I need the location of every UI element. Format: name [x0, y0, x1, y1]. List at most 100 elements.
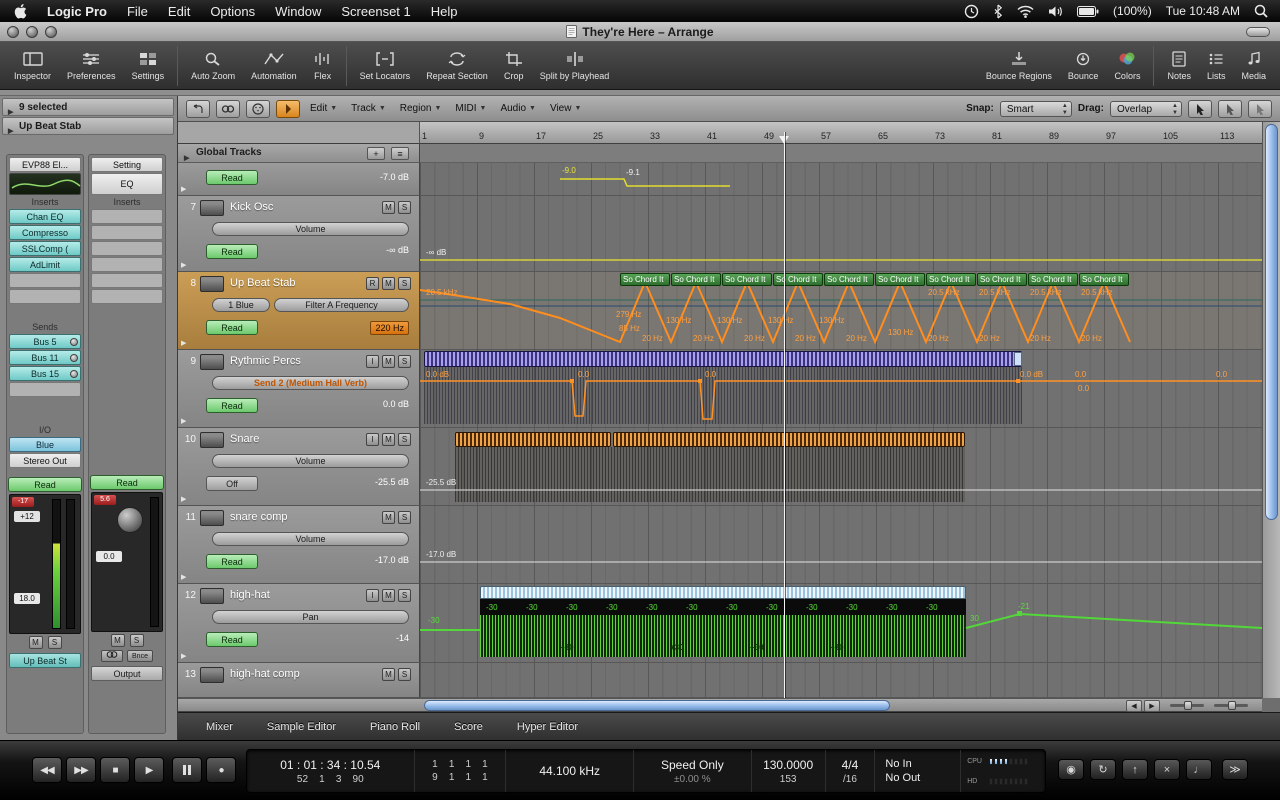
level-meter-track[interactable]: -17 +12 18.0	[9, 494, 81, 634]
stop-button[interactable]: ■	[100, 757, 130, 783]
menu-window[interactable]: Window	[275, 4, 321, 19]
insert-slot-empty[interactable]	[91, 225, 163, 240]
send-slot-empty[interactable]	[9, 382, 81, 397]
lcd-tempo[interactable]: 130.0000 153	[752, 750, 826, 792]
add-global-track-button[interactable]: +	[367, 147, 385, 160]
insert-slot-empty[interactable]	[91, 209, 163, 224]
track-header-snare[interactable]: 10 Snare I M S Volume Off -25.5 dB ▶	[178, 428, 420, 506]
insert-slot-empty[interactable]	[91, 273, 163, 288]
track-lane-high-hat-comp[interactable]	[420, 663, 1262, 698]
command-click-tool-button[interactable]	[1218, 100, 1242, 118]
solo-button[interactable]: S	[130, 634, 144, 647]
automation-mode-button[interactable]: Read	[206, 632, 258, 647]
track-icon[interactable]	[200, 276, 224, 292]
insert-slot[interactable]: Chan EQ	[9, 209, 81, 224]
automation-mode-button[interactable]: Read	[206, 398, 258, 413]
tab-hyper-editor[interactable]: Hyper Editor	[517, 721, 578, 733]
vertical-scroll-thumb[interactable]	[1265, 124, 1278, 520]
automation-param-button[interactable]: Filter A Frequency	[274, 298, 409, 312]
solo-button[interactable]: S	[398, 277, 411, 290]
mute-button[interactable]: M	[111, 634, 125, 647]
menu-file[interactable]: File	[127, 4, 148, 19]
h-zoom-slider[interactable]	[1170, 704, 1204, 707]
output-slot[interactable]: Stereo Out	[9, 453, 81, 468]
track-header-high-hat-comp[interactable]: 13 high-hat comp M S	[178, 663, 420, 698]
send-slot[interactable]: Bus 11	[9, 350, 81, 365]
automation-disclosure[interactable]: ▶	[181, 495, 186, 503]
tab-mixer[interactable]: Mixer	[206, 721, 233, 733]
time-machine-icon[interactable]	[964, 4, 979, 19]
automation-param-button[interactable]: Pan	[212, 610, 409, 624]
input-monitor-button[interactable]: I	[366, 355, 379, 368]
battery-icon[interactable]	[1077, 6, 1099, 17]
solo-button[interactable]: S	[398, 433, 411, 446]
track-disclosure-row[interactable]: ▶Up Beat Stab	[2, 117, 174, 135]
automation-curve[interactable]	[420, 163, 1262, 196]
track-lane-kick-osc[interactable]: -∞ dB	[420, 196, 1262, 272]
mute-button[interactable]: M	[382, 201, 395, 214]
horizontal-scroll-thumb[interactable]	[424, 700, 890, 711]
track-icon[interactable]	[200, 200, 224, 216]
set-locators-button[interactable]: Set Locators	[352, 47, 419, 84]
mute-button[interactable]: M	[382, 355, 395, 368]
send-knob-icon[interactable]	[70, 370, 78, 378]
automation-mode-button[interactable]: Read	[90, 475, 164, 490]
record-enable-button[interactable]: R	[366, 277, 379, 290]
bluetooth-icon[interactable]	[993, 4, 1003, 19]
automation-param-button[interactable]: Volume	[212, 222, 409, 236]
track-lane-snare[interactable]: -25.5 dB	[420, 428, 1262, 506]
repeat-section-button[interactable]: Repeat Section	[418, 47, 496, 84]
midi-in-button[interactable]	[246, 100, 270, 118]
snap-dropdown[interactable]: Smart▲▼	[1000, 101, 1072, 117]
menu-options[interactable]: Options	[210, 4, 255, 19]
automation-curve-volume[interactable]	[420, 428, 1262, 506]
send-slot[interactable]: Bus 5	[9, 334, 81, 349]
automation-param-button[interactable]: Volume	[212, 454, 409, 468]
record-button[interactable]: ●	[206, 757, 236, 783]
lcd-midi-io[interactable]: No In No Out	[875, 750, 961, 792]
media-button[interactable]: Media	[1233, 47, 1274, 84]
lcd-position[interactable]: 01 : 01 : 34 : 10.54 52 1 3 90	[247, 750, 415, 792]
channel-name-tag[interactable]: Output	[91, 666, 163, 681]
menu-logic-pro[interactable]: Logic Pro	[47, 4, 107, 19]
automation-disclosure[interactable]: ▶	[181, 573, 186, 581]
mute-button[interactable]: M	[382, 277, 395, 290]
master-volume-button[interactable]: ◉	[1058, 759, 1084, 780]
track-lane-up-beat-stab[interactable]: So Chord It So Chord It So Chord It So C…	[420, 272, 1262, 350]
playhead-line[interactable]	[784, 132, 785, 698]
track-header[interactable]: Read -7.0 dB ▶	[178, 163, 420, 196]
pan-knob[interactable]	[117, 507, 143, 533]
automation-disclosure[interactable]: ▶	[181, 417, 186, 425]
automation-curve-pan[interactable]	[420, 584, 1262, 663]
solo-button[interactable]: S	[398, 668, 411, 681]
region-so-chord-it[interactable]: So Chord It	[671, 273, 721, 286]
v-zoom-slider[interactable]	[1214, 704, 1248, 707]
vertical-scrollbar[interactable]	[1262, 122, 1280, 698]
track-name[interactable]: high-hat comp	[230, 668, 300, 680]
region-so-chord-it[interactable]: So Chord It	[1028, 273, 1078, 286]
automation-mode-button[interactable]: Read	[206, 554, 258, 569]
bar-ruler[interactable]: 1 9 17 25 33 41 49 57 65 73 81 89 97 105…	[420, 122, 1262, 144]
menu-edit[interactable]: Edit	[168, 4, 190, 19]
bounce-regions-button[interactable]: Bounce Regions	[978, 47, 1060, 84]
region-so-chord-it[interactable]: So Chord It	[722, 273, 772, 286]
spotlight-icon[interactable]	[1254, 4, 1268, 18]
solo-button[interactable]: S	[398, 511, 411, 524]
lcd-sync[interactable]: Speed Only ±0.00 %	[634, 750, 752, 792]
flex-button[interactable]: Flex	[305, 47, 341, 84]
more-options-button[interactable]: ≫	[1222, 759, 1248, 780]
mute-button[interactable]: M	[382, 589, 395, 602]
scroll-left-button[interactable]: ◀	[1126, 700, 1142, 712]
automation-curve[interactable]	[420, 196, 1262, 272]
catch-playhead-button[interactable]	[276, 100, 300, 118]
left-click-tool-button[interactable]	[1188, 100, 1212, 118]
region-so-chord-it[interactable]: So Chord It	[1079, 273, 1129, 286]
arrange-menu-midi[interactable]: MIDI▼	[451, 101, 490, 116]
solo-button[interactable]: S	[398, 589, 411, 602]
track-name[interactable]: Rythmic Percs	[230, 355, 301, 367]
right-click-tool-button[interactable]	[1248, 100, 1272, 118]
automation-param-button[interactable]: Volume	[212, 532, 409, 546]
menu-help[interactable]: Help	[431, 4, 458, 19]
settings-button[interactable]: Settings	[124, 47, 173, 84]
track-name[interactable]: Up Beat Stab	[230, 277, 295, 289]
